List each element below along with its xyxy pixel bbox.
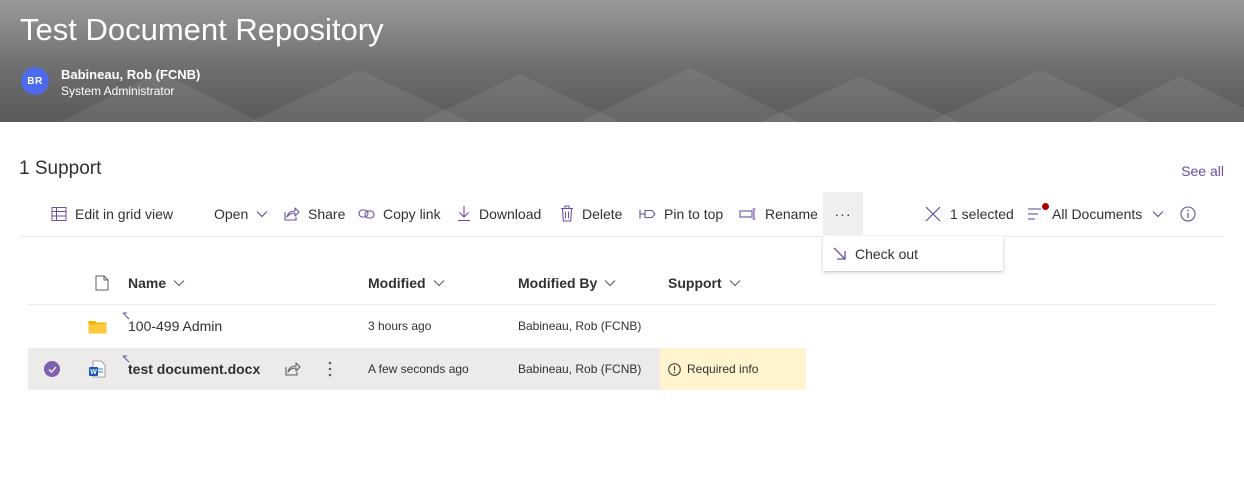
word-document-icon: W bbox=[88, 348, 106, 390]
modified-column-header[interactable]: Modified bbox=[368, 262, 445, 304]
more-icon: ··· bbox=[834, 205, 852, 222]
share-button[interactable]: Share bbox=[283, 192, 345, 235]
chevron-down-icon bbox=[604, 280, 616, 287]
open-label: Open bbox=[214, 205, 249, 222]
pin-to-top-label: Pin to top bbox=[664, 205, 724, 222]
share-label: Share bbox=[308, 205, 346, 222]
file-type-header[interactable] bbox=[88, 262, 109, 304]
new-item-icon bbox=[122, 312, 130, 320]
download-label: Download bbox=[479, 205, 542, 222]
required-info-label: Required info bbox=[687, 362, 759, 376]
modified-by-column-label: Modified By bbox=[518, 275, 598, 291]
see-all-link[interactable]: See all bbox=[1181, 163, 1224, 179]
file-icon bbox=[95, 275, 109, 291]
copy-link-label: Copy link bbox=[383, 205, 441, 222]
row-share-button[interactable] bbox=[284, 348, 301, 390]
view-switcher[interactable]: All Documents bbox=[1027, 192, 1164, 235]
modified-value: A few seconds ago bbox=[368, 362, 469, 376]
table-row[interactable]: 100-499 Admin 3 hours ago Babineau, Rob … bbox=[28, 305, 1216, 347]
trash-icon bbox=[561, 205, 573, 222]
chevron-down-icon bbox=[433, 280, 444, 287]
rename-label: Rename bbox=[765, 205, 818, 222]
modified-by-value[interactable]: Babineau, Rob (FCNB) bbox=[518, 305, 641, 347]
info-button[interactable] bbox=[1180, 192, 1196, 235]
file-name: test document.docx bbox=[128, 361, 261, 377]
name-column-label: Name bbox=[128, 275, 167, 291]
chevron-down-icon bbox=[256, 210, 268, 217]
table-row[interactable]: W test document.docx A few seconds ago B… bbox=[28, 348, 806, 390]
more-actions-button[interactable]: ··· bbox=[823, 192, 863, 235]
rename-button[interactable]: Rename bbox=[739, 192, 818, 235]
site-title: Test Document Repository bbox=[20, 12, 384, 47]
command-bar: Edit in grid view Open Share Copy link D… bbox=[19, 192, 1224, 237]
chevron-down-icon bbox=[729, 280, 741, 287]
share-icon bbox=[285, 362, 301, 376]
folder-glyph bbox=[88, 320, 107, 333]
delete-button[interactable]: Delete bbox=[560, 192, 622, 235]
folder-icon bbox=[88, 305, 107, 347]
row-more-button[interactable] bbox=[328, 348, 332, 390]
svg-text:W: W bbox=[90, 369, 97, 376]
modified-column-label: Modified bbox=[368, 275, 426, 291]
required-info-cell[interactable]: Required info bbox=[660, 348, 806, 390]
open-button[interactable]: Open bbox=[214, 192, 268, 235]
modified-by-value[interactable]: Babineau, Rob (FCNB) bbox=[518, 348, 641, 390]
site-header-banner: Test Document Repository BR Babineau, Ro… bbox=[0, 0, 1244, 122]
pin-icon bbox=[639, 209, 656, 218]
rename-icon bbox=[739, 208, 756, 219]
chevron-down-icon bbox=[173, 280, 185, 287]
chevron-down-icon bbox=[1152, 210, 1164, 217]
clear-selection-button[interactable]: 1 selected bbox=[925, 192, 1014, 235]
edit-grid-view-button[interactable]: Edit in grid view bbox=[51, 192, 173, 235]
support-column-label: Support bbox=[668, 275, 722, 291]
user-role: System Administrator bbox=[61, 84, 175, 98]
link-icon bbox=[358, 208, 375, 219]
modified-by-column-header[interactable]: Modified By bbox=[518, 262, 616, 304]
download-button[interactable]: Download bbox=[457, 192, 541, 235]
check-out-icon bbox=[833, 247, 846, 260]
edit-grid-view-label: Edit in grid view bbox=[75, 205, 174, 222]
share-icon bbox=[284, 206, 300, 221]
support-column-header[interactable]: Support bbox=[668, 262, 741, 304]
check-glyph bbox=[48, 366, 56, 373]
user-name[interactable]: Babineau, Rob (FCNB) bbox=[61, 67, 200, 82]
word-glyph: W bbox=[89, 360, 106, 378]
info-icon bbox=[1180, 205, 1196, 222]
library-title: 1 Support bbox=[19, 158, 102, 179]
vertical-ellipsis-icon bbox=[328, 361, 332, 377]
copy-link-button[interactable]: Copy link bbox=[358, 192, 441, 235]
view-label: All Documents bbox=[1052, 205, 1143, 222]
row-select-checkbox[interactable] bbox=[44, 348, 60, 390]
new-item-icon bbox=[122, 355, 130, 363]
delete-label: Delete bbox=[582, 205, 623, 222]
checkmark-icon bbox=[44, 361, 60, 377]
selected-count: 1 selected bbox=[950, 205, 1014, 222]
avatar[interactable]: BR bbox=[21, 67, 49, 95]
close-icon bbox=[925, 206, 941, 221]
list-header: Name Modified Modified By Support bbox=[28, 262, 1216, 305]
warning-circle-icon bbox=[668, 362, 681, 376]
notification-dot bbox=[1042, 202, 1049, 210]
file-name-link[interactable]: test document.docx bbox=[122, 348, 261, 390]
view-options-icon bbox=[1027, 202, 1049, 221]
pin-to-top-button[interactable]: Pin to top bbox=[639, 192, 723, 235]
grid-icon bbox=[51, 206, 67, 221]
name-column-header[interactable]: Name bbox=[128, 262, 185, 304]
download-icon bbox=[458, 206, 470, 222]
check-out-label: Check out bbox=[855, 245, 919, 262]
modified-value: 3 hours ago bbox=[368, 319, 432, 333]
file-name: 100-499 Admin bbox=[128, 318, 223, 334]
file-name-link[interactable]: 100-499 Admin bbox=[122, 305, 223, 347]
